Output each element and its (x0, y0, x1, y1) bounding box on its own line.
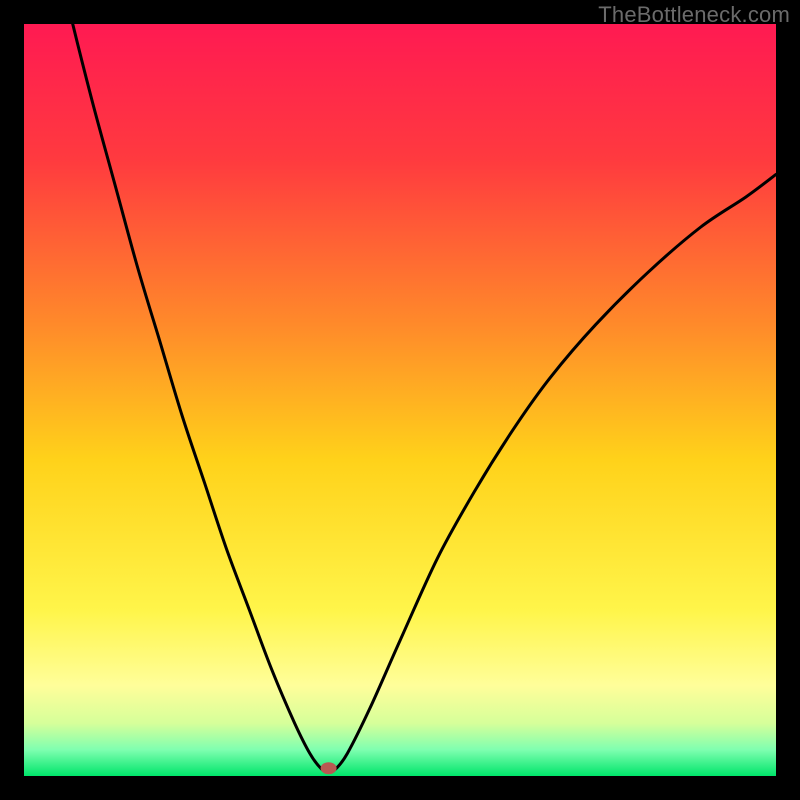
plot-area (24, 24, 776, 776)
optimal-point-marker (321, 762, 337, 774)
bottleneck-chart (24, 24, 776, 776)
gradient-background (24, 24, 776, 776)
chart-frame: TheBottleneck.com (0, 0, 800, 800)
watermark-text: TheBottleneck.com (598, 2, 790, 28)
